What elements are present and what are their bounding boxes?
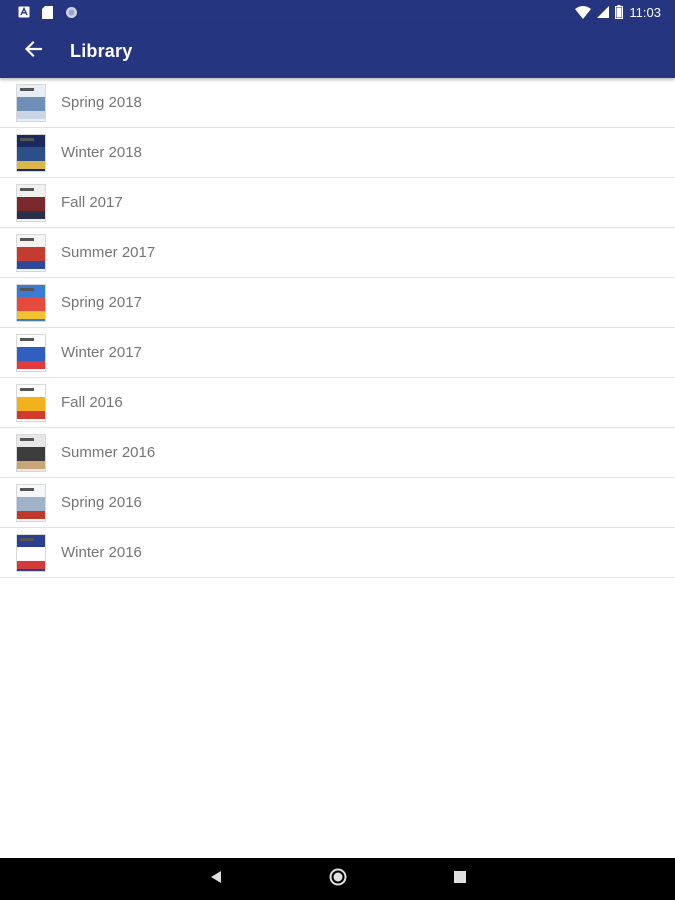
home-circle-icon [329, 868, 347, 891]
list-item[interactable]: Winter 2018 [0, 128, 675, 178]
issue-cover-thumbnail [16, 533, 46, 572]
list-item[interactable]: Summer 2016 [0, 428, 675, 478]
notification-a-icon [18, 6, 30, 18]
sd-card-icon [42, 5, 53, 19]
list-item[interactable]: Spring 2016 [0, 478, 675, 528]
sync-circle-icon [65, 6, 78, 19]
list-item[interactable]: Winter 2016 [0, 528, 675, 578]
issue-cover-thumbnail [16, 333, 46, 372]
back-button[interactable] [11, 29, 55, 73]
list-item-label: Summer 2016 [61, 444, 156, 461]
status-bar: 11:03 [0, 0, 675, 24]
issue-cover-thumbnail [16, 233, 46, 272]
list-item[interactable]: Summer 2017 [0, 228, 675, 278]
list-item[interactable]: Spring 2017 [0, 278, 675, 328]
list-item[interactable]: Fall 2017 [0, 178, 675, 228]
library-list: Spring 2018 Winter 2018 Fall 2017 Summer… [0, 78, 675, 578]
wifi-icon [575, 5, 592, 19]
list-item-label: Summer 2017 [61, 244, 156, 261]
status-time: 11:03 [629, 4, 661, 20]
status-right-icons: 11:03 [575, 5, 661, 20]
issue-cover-thumbnail [16, 483, 46, 522]
arrow-back-icon [24, 40, 43, 63]
issue-cover-thumbnail [16, 383, 46, 422]
list-item-label: Spring 2017 [61, 294, 142, 311]
list-item-label: Spring 2016 [61, 494, 142, 511]
list-item-label: Winter 2016 [61, 544, 142, 561]
list-item-label: Fall 2016 [61, 394, 123, 411]
issue-cover-thumbnail [16, 183, 46, 222]
app-bar: Library [0, 24, 675, 78]
cell-signal-icon [597, 6, 610, 18]
issue-cover-thumbnail [16, 133, 46, 172]
nav-home-button[interactable] [323, 864, 353, 894]
nav-back-button[interactable] [201, 864, 231, 894]
list-item-label: Fall 2017 [61, 194, 123, 211]
status-left-icons [18, 5, 78, 19]
page-title: Library [70, 40, 133, 61]
list-item-label: Spring 2018 [61, 94, 142, 111]
list-item[interactable]: Fall 2016 [0, 378, 675, 428]
list-item[interactable]: Winter 2017 [0, 328, 675, 378]
back-triangle-icon [210, 870, 222, 889]
issue-cover-thumbnail [16, 433, 46, 472]
nav-recents-button[interactable] [445, 864, 475, 894]
list-item-label: Winter 2018 [61, 144, 142, 161]
issue-cover-thumbnail [16, 83, 46, 122]
list-item[interactable]: Spring 2018 [0, 78, 675, 128]
recents-square-icon [453, 870, 466, 888]
issue-cover-thumbnail [16, 283, 46, 322]
battery-icon [615, 5, 624, 19]
list-item-label: Winter 2017 [61, 344, 142, 361]
system-nav-bar [0, 858, 675, 900]
